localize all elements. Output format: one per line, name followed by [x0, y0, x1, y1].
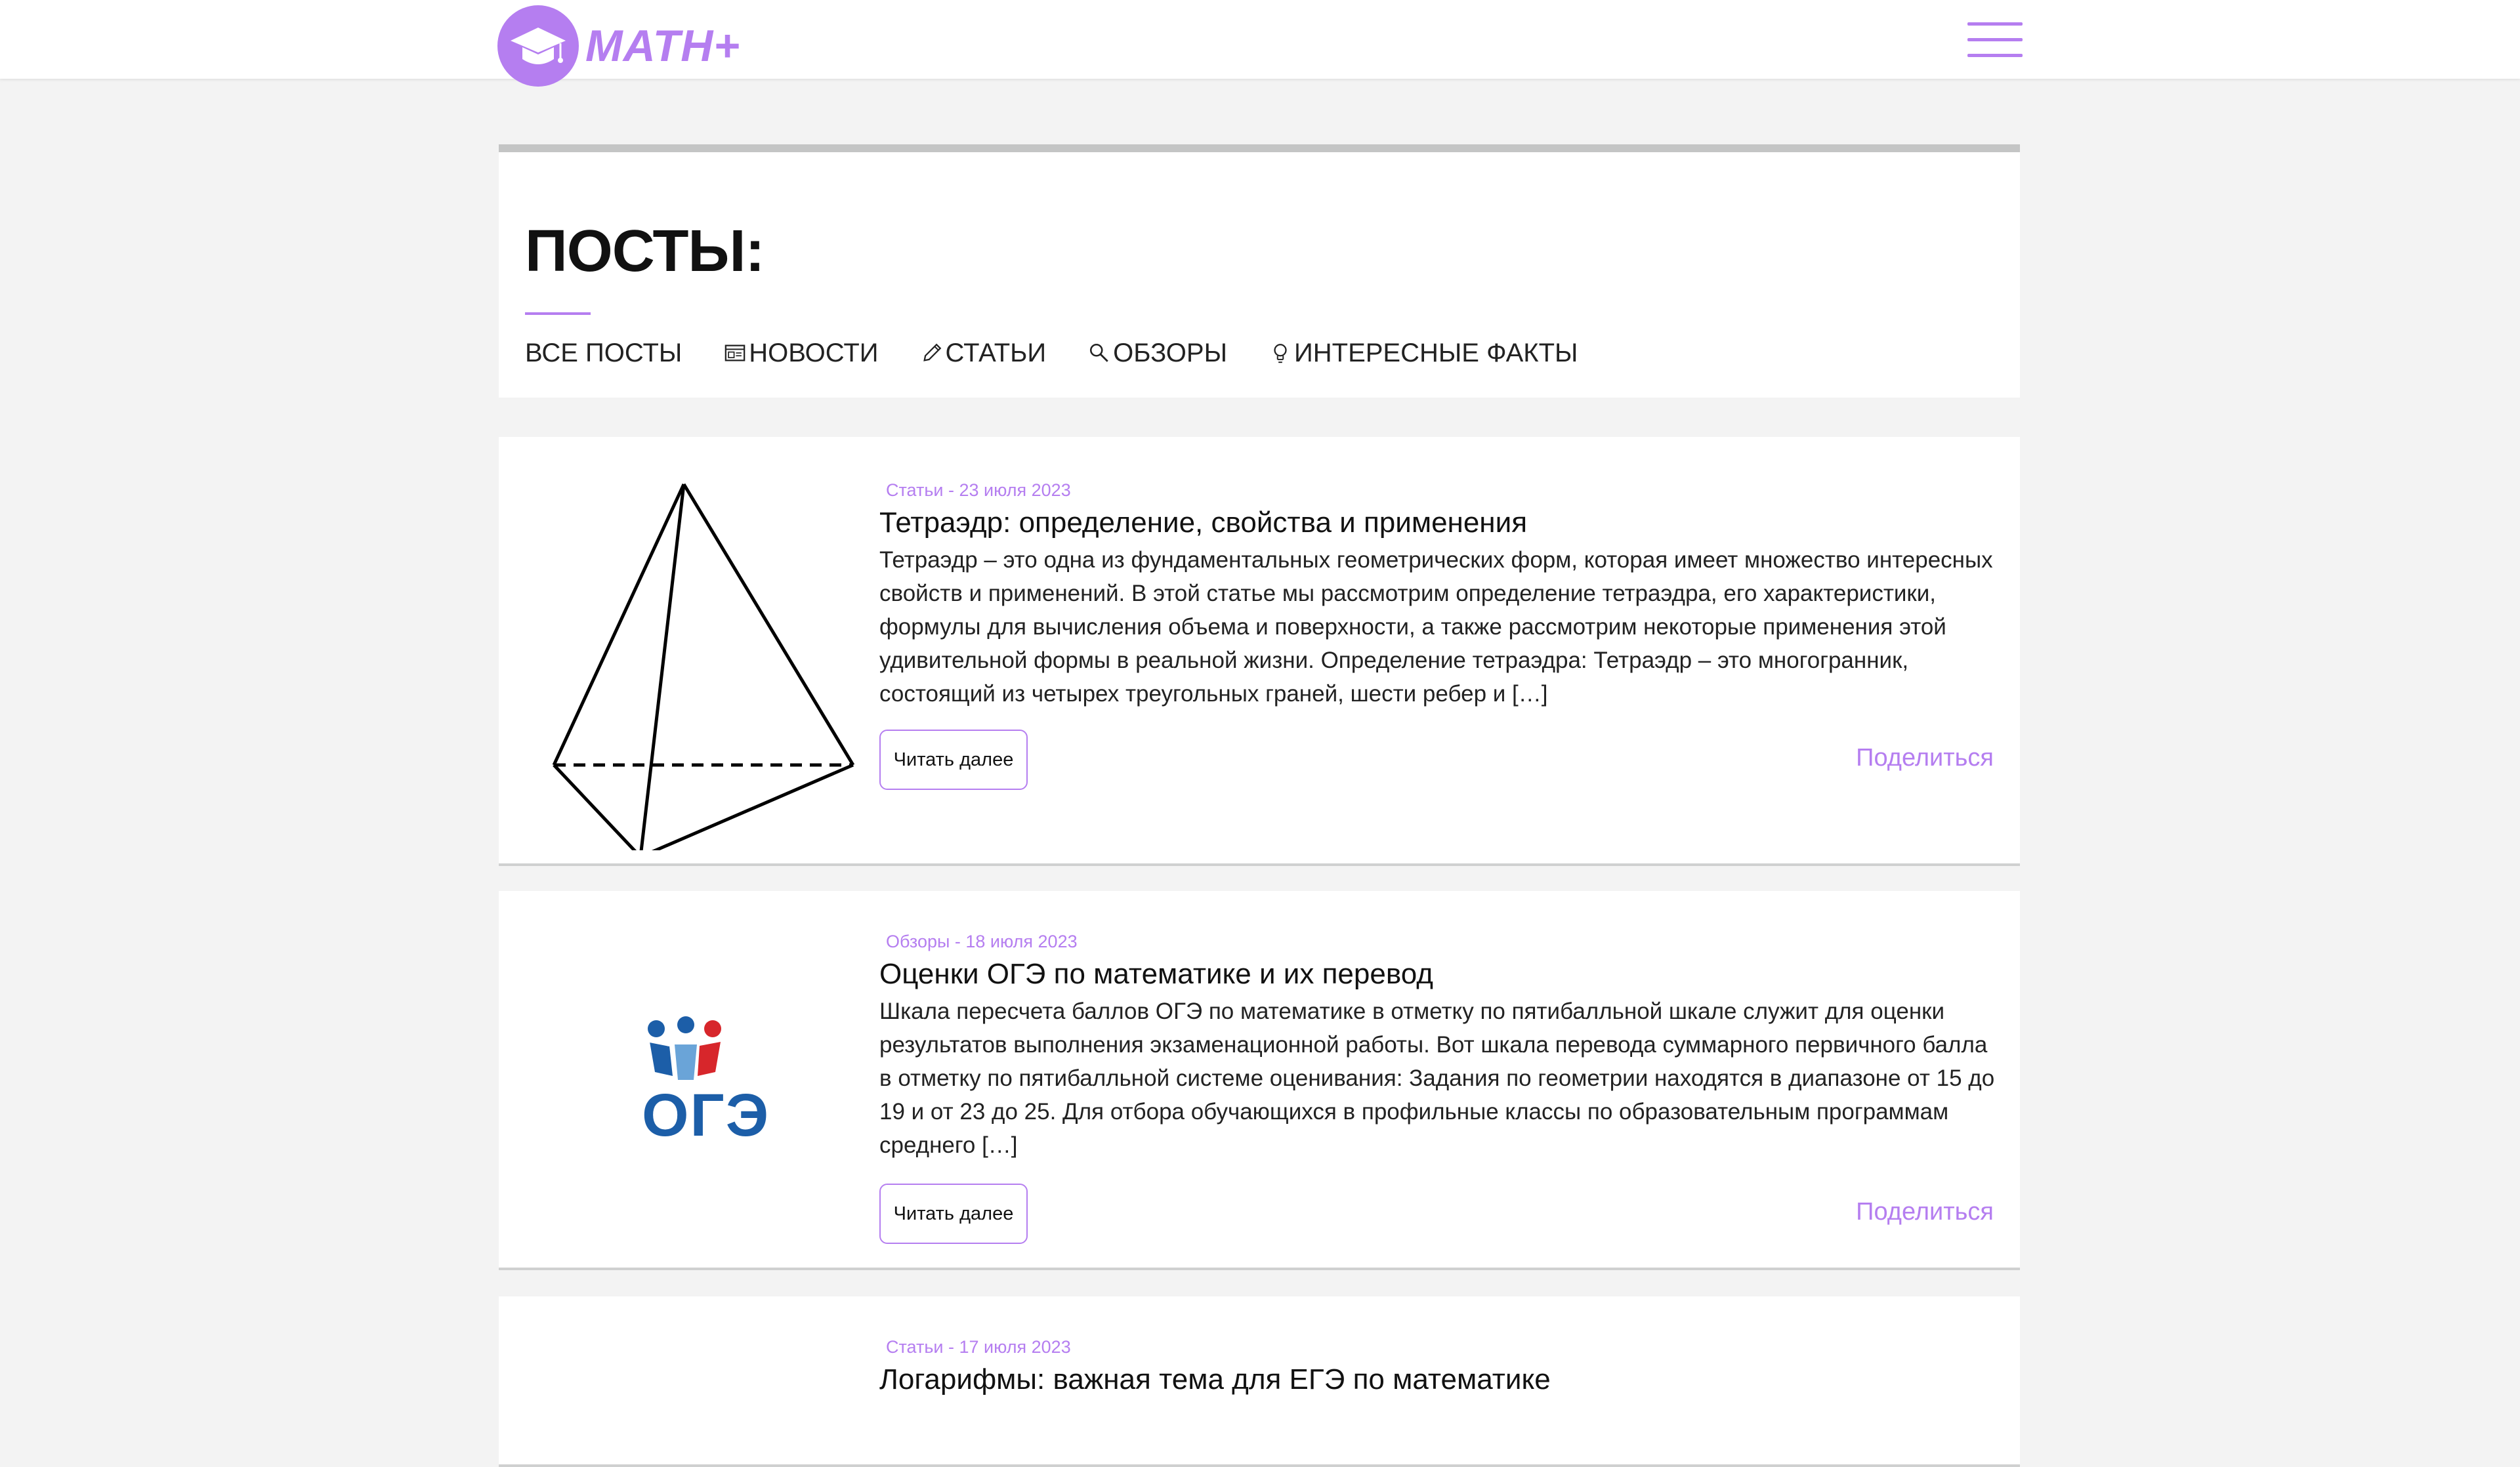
- filter-interesting-facts[interactable]: ИНТЕРЕСНЫЕ ФАКТЫ: [1269, 339, 1578, 368]
- hamburger-menu-icon[interactable]: [1967, 22, 2023, 59]
- menu-bar: [1967, 22, 2023, 26]
- menu-bar: [1967, 54, 2023, 57]
- pencil-icon: [923, 343, 941, 362]
- post-meta: Обзоры - 18 июля 2023: [886, 932, 1078, 951]
- filter-label: СТАТЬИ: [945, 338, 1047, 367]
- brand-name: MATH+: [585, 21, 741, 71]
- filter-reviews[interactable]: ОБЗОРЫ: [1088, 339, 1227, 368]
- graduation-cap-icon: [497, 5, 579, 87]
- post-title[interactable]: Логарифмы: важная тема для ЕГЭ по матема…: [879, 1363, 1551, 1396]
- tetrahedron-image[interactable]: [525, 457, 866, 850]
- post-card: ОГЭ Обзоры - 18 июля 2023 Оценки ОГЭ по …: [499, 891, 2020, 1270]
- post-meta: Статьи - 23 июля 2023: [886, 480, 1071, 500]
- filter-all-posts[interactable]: ВСЕ ПОСТЫ: [525, 339, 682, 368]
- post-excerpt: Шкала пересчета баллов ОГЭ по математике…: [879, 999, 1995, 1158]
- share-link[interactable]: Поделиться: [1856, 744, 1994, 772]
- lightbulb-icon: [1274, 344, 1287, 363]
- title-underline: [525, 312, 591, 315]
- post-card: Статьи - 17 июля 2023 Логарифмы: важная …: [499, 1296, 2020, 1467]
- post-card: Статьи - 23 июля 2023 Тетраэдр: определе…: [499, 437, 2020, 866]
- page-title: ПОСТЫ:: [525, 218, 765, 284]
- menu-bar: [1967, 38, 2023, 41]
- share-link[interactable]: Поделиться: [1856, 1198, 1994, 1226]
- category-filters: ВСЕ ПОСТЫ НОВОСТИ СТАТЬИ ОБЗОРЫ ИНТЕРЕСН…: [525, 333, 1620, 373]
- filter-label: ИНТЕРЕСНЫЕ ФАКТЫ: [1294, 338, 1578, 367]
- filter-articles[interactable]: СТАТЬИ: [921, 338, 1047, 368]
- filter-news[interactable]: НОВОСТИ: [724, 338, 879, 368]
- site-header: MATH+: [0, 0, 2520, 87]
- magnifier-icon: [1090, 343, 1108, 362]
- filter-label: НОВОСТИ: [749, 338, 879, 367]
- read-more-button[interactable]: Читать далее: [879, 730, 1028, 790]
- oge-logo-text: ОГЭ: [642, 1082, 770, 1149]
- newspaper-icon: [724, 344, 746, 362]
- filter-label: ВСЕ ПОСТЫ: [525, 338, 682, 367]
- site-logo[interactable]: MATH+: [497, 5, 740, 87]
- post-title[interactable]: Оценки ОГЭ по математике и их перевод: [879, 958, 1433, 991]
- post-title[interactable]: Тетраэдр: определение, свойства и примен…: [879, 506, 1527, 539]
- read-more-button[interactable]: Читать далее: [879, 1184, 1028, 1244]
- post-meta: Статьи - 17 июля 2023: [886, 1337, 1071, 1357]
- post-excerpt: Тетраэдр – это одна из фундаментальных г…: [879, 547, 1993, 707]
- posts-filter-panel: ПОСТЫ: ВСЕ ПОСТЫ НОВОСТИ СТАТЬИ ОБЗОРЫ И…: [499, 144, 2020, 398]
- filter-label: ОБЗОРЫ: [1113, 338, 1227, 367]
